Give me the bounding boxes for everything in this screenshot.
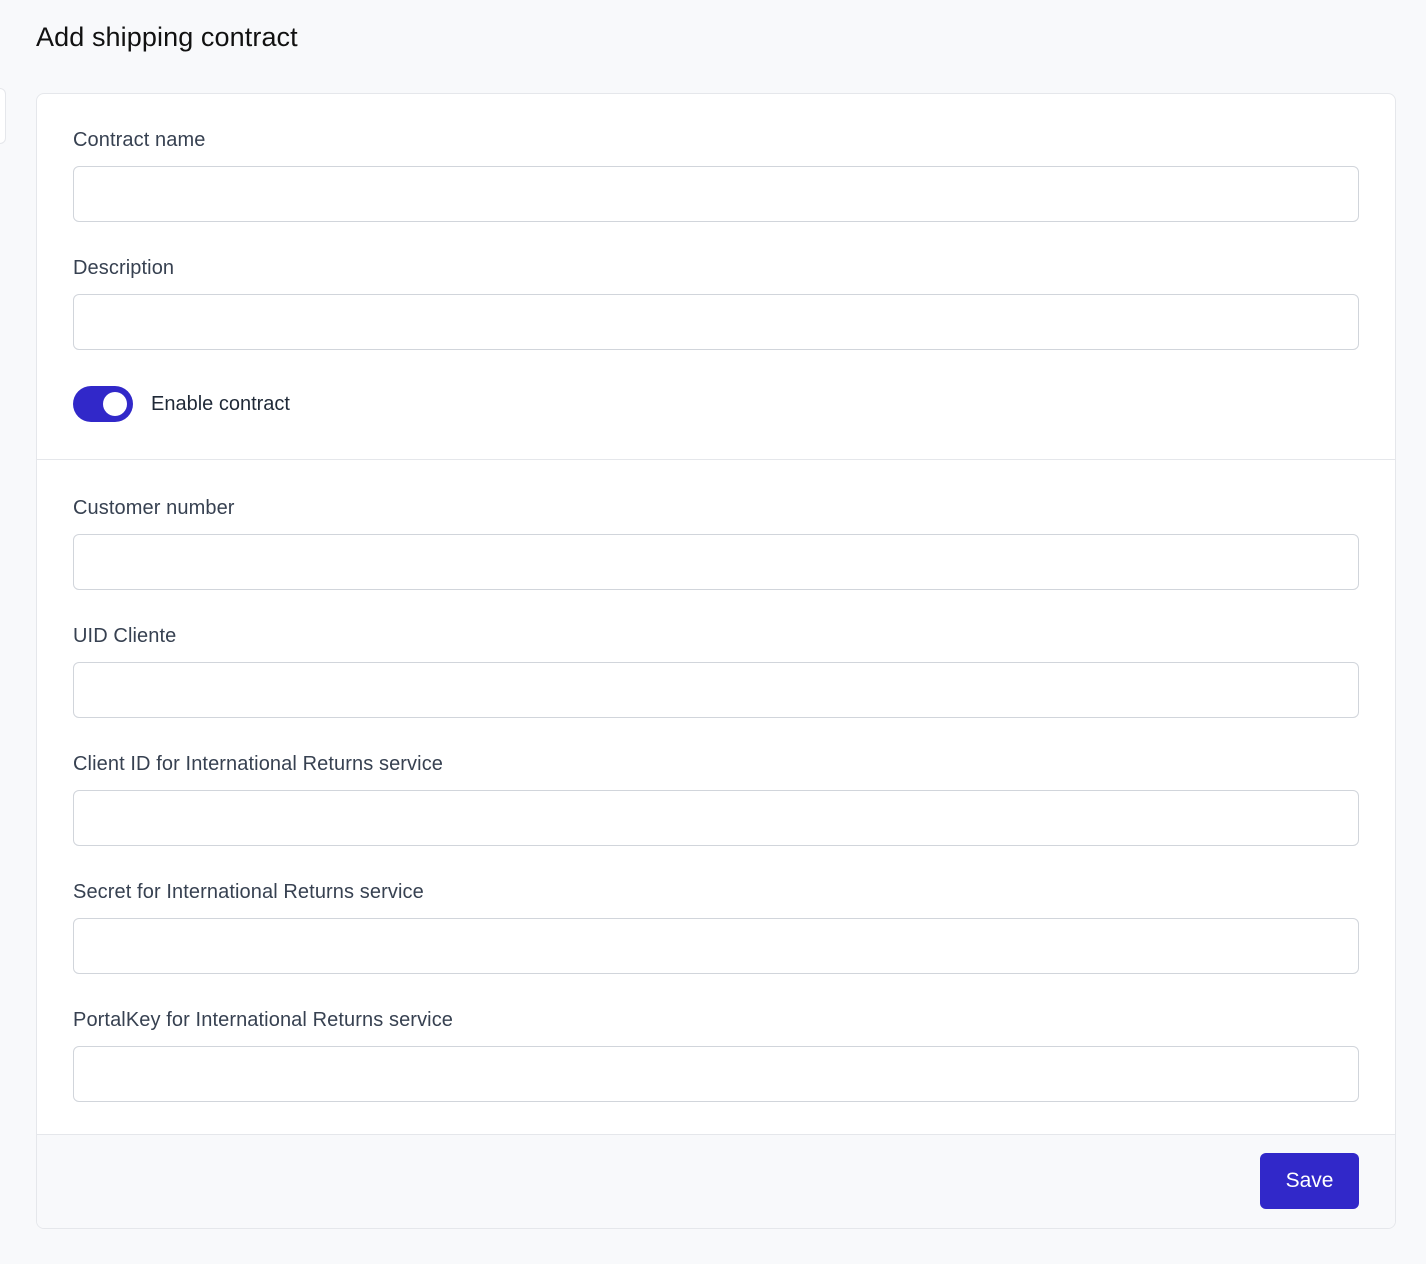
shipping-contract-form-card: Contract name Description Enable contrac…	[36, 93, 1396, 1229]
uid-cliente-field: UID Cliente	[73, 626, 1359, 738]
page-title: Add shipping contract	[36, 22, 298, 52]
uid-cliente-label: UID Cliente	[73, 625, 177, 647]
toggle-knob	[103, 392, 127, 416]
credentials-section: Customer number UID Cliente Client ID fo…	[37, 460, 1395, 1136]
secret-label: Secret for International Returns service	[73, 881, 424, 903]
client-id-label: Client ID for International Returns serv…	[73, 753, 444, 775]
portal-key-field: PortalKey for International Returns serv…	[73, 1010, 1359, 1122]
description-label: Description	[73, 257, 175, 279]
customer-number-field: Customer number	[73, 498, 1359, 610]
portal-key-label: PortalKey for International Returns serv…	[73, 1009, 454, 1031]
uid-cliente-input[interactable]	[73, 662, 1359, 718]
contract-name-input[interactable]	[73, 166, 1359, 222]
enable-contract-row: Enable contract	[73, 386, 1359, 422]
secret-field: Secret for International Returns service	[73, 882, 1359, 994]
form-footer: Save	[37, 1134, 1395, 1228]
description-input[interactable]	[73, 294, 1359, 350]
general-section: Contract name Description Enable contrac…	[37, 94, 1395, 459]
client-id-field: Client ID for International Returns serv…	[73, 754, 1359, 866]
enable-contract-label: Enable contract	[151, 392, 290, 415]
collapsed-side-tab	[0, 88, 6, 144]
description-field: Description	[73, 258, 1359, 370]
enable-contract-toggle[interactable]	[73, 386, 133, 422]
customer-number-label: Customer number	[73, 497, 235, 519]
save-button[interactable]: Save	[1260, 1153, 1359, 1209]
secret-input[interactable]	[73, 918, 1359, 974]
contract-name-field: Contract name	[73, 130, 1359, 242]
portal-key-input[interactable]	[73, 1046, 1359, 1102]
customer-number-input[interactable]	[73, 534, 1359, 590]
client-id-input[interactable]	[73, 790, 1359, 846]
contract-name-label: Contract name	[73, 129, 206, 151]
